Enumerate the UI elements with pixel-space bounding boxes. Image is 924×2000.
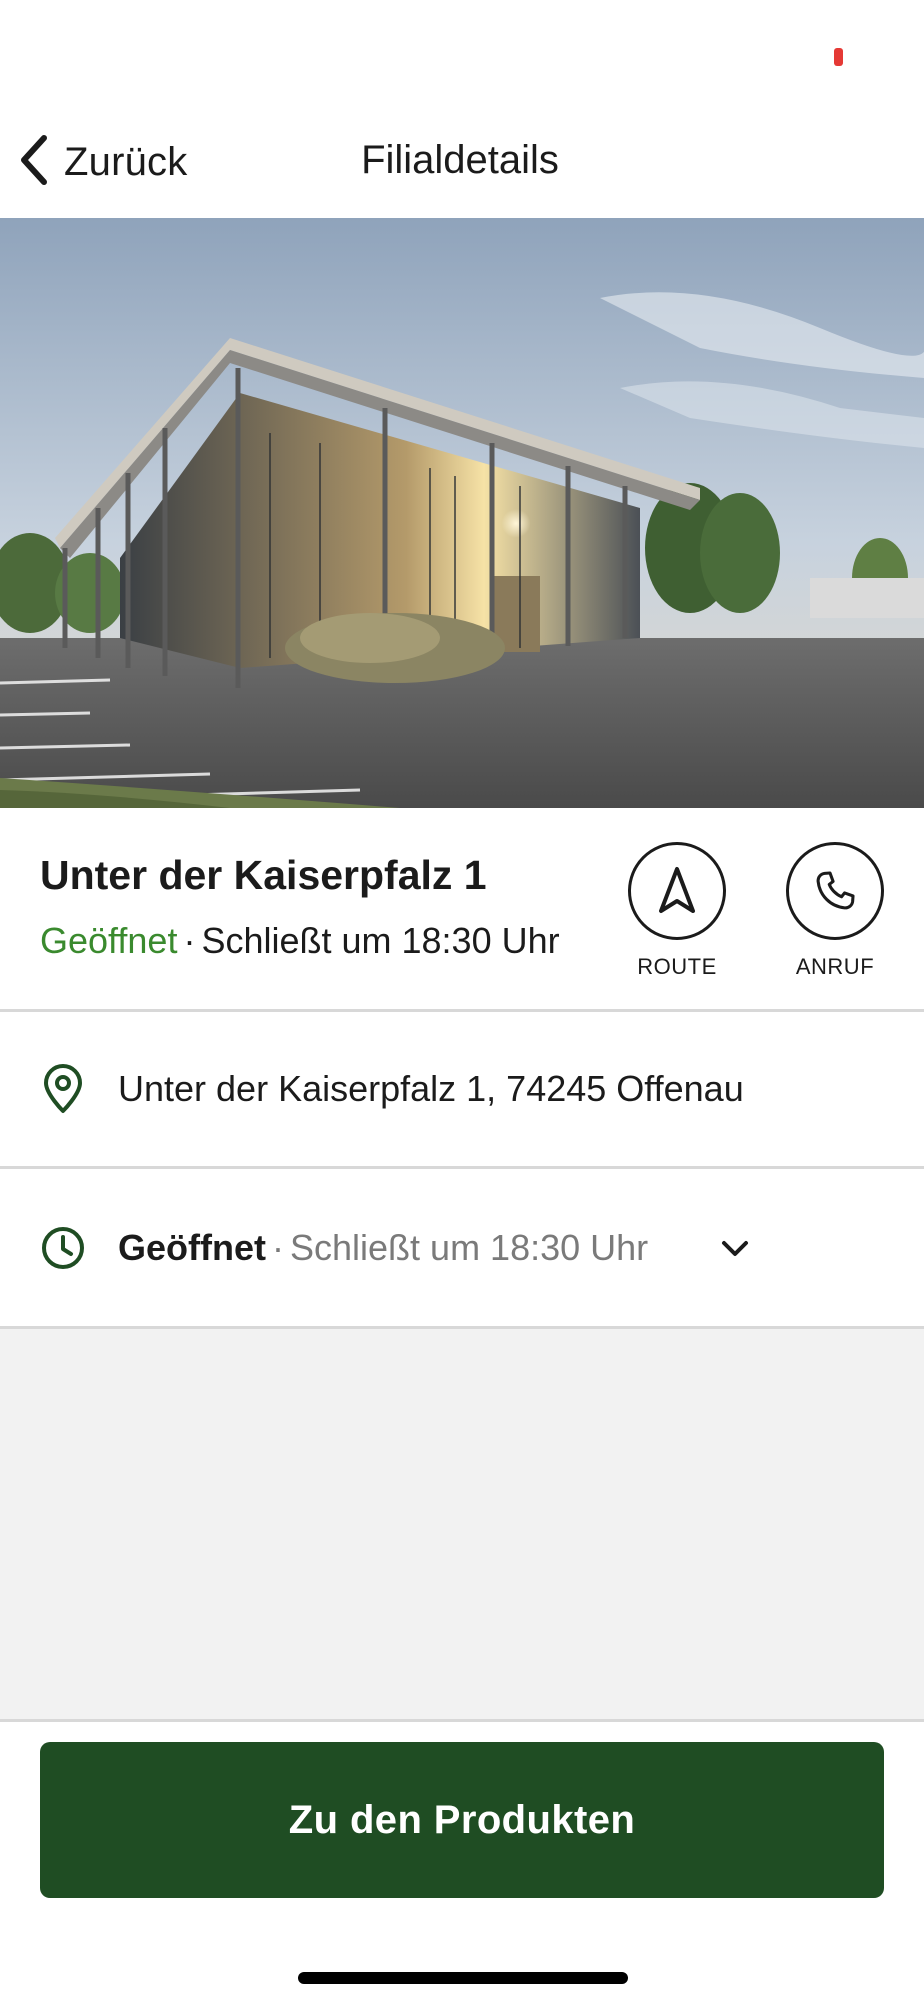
store-status: Geöffnet · Schließt um 18:30 Uhr xyxy=(40,920,560,962)
store-header: Unter der Kaiserpfalz 1 Geöffnet · Schließ… xyxy=(0,808,924,1012)
content-background xyxy=(0,1329,924,1719)
route-button[interactable]: ROUTE xyxy=(622,842,732,980)
home-indicator[interactable] xyxy=(298,1972,628,1984)
closing-time: Schließt um 18:30 Uhr xyxy=(201,920,560,961)
status-bar xyxy=(0,0,924,110)
to-products-button[interactable]: Zu den Produkten xyxy=(40,1742,884,1898)
address-row[interactable]: Unter der Kaiserpfalz 1, 74245 Offenau xyxy=(0,1012,924,1169)
navigation-arrow-icon xyxy=(628,842,726,940)
hours-open-status: Geöffnet xyxy=(118,1226,266,1268)
store-name: Unter der Kaiserpfalz 1 xyxy=(40,852,487,898)
address-text: Unter der Kaiserpfalz 1, 74245 Offenau xyxy=(118,1068,744,1109)
call-label: ANRUF xyxy=(795,954,875,979)
phone-icon xyxy=(786,842,884,940)
hours-separator: · xyxy=(272,1226,284,1268)
call-button[interactable]: ANRUF xyxy=(780,842,890,980)
navigation-bar: Zurück Filialdetails xyxy=(0,110,924,218)
route-label: ROUTE xyxy=(637,954,717,979)
store-photo xyxy=(0,218,924,808)
location-pin-icon xyxy=(40,1064,86,1114)
to-products-label: Zu den Produkten xyxy=(288,1797,636,1842)
page-title: Filialdetails xyxy=(361,138,559,182)
hours-closing-time: Schließt um 18:30 Uhr xyxy=(290,1226,649,1268)
status-separator: · xyxy=(183,920,196,961)
hours-text: Geöffnet · Schließt um 18:30 Uhr xyxy=(118,1227,648,1269)
opening-hours-row[interactable]: Geöffnet · Schließt um 18:30 Uhr xyxy=(0,1169,924,1329)
clock-icon xyxy=(40,1223,86,1273)
chevron-down-icon[interactable] xyxy=(718,1231,752,1265)
recording-indicator xyxy=(834,48,843,66)
open-status: Geöffnet xyxy=(40,920,178,961)
bottom-bar: Zu den Produkten xyxy=(0,1719,924,2000)
